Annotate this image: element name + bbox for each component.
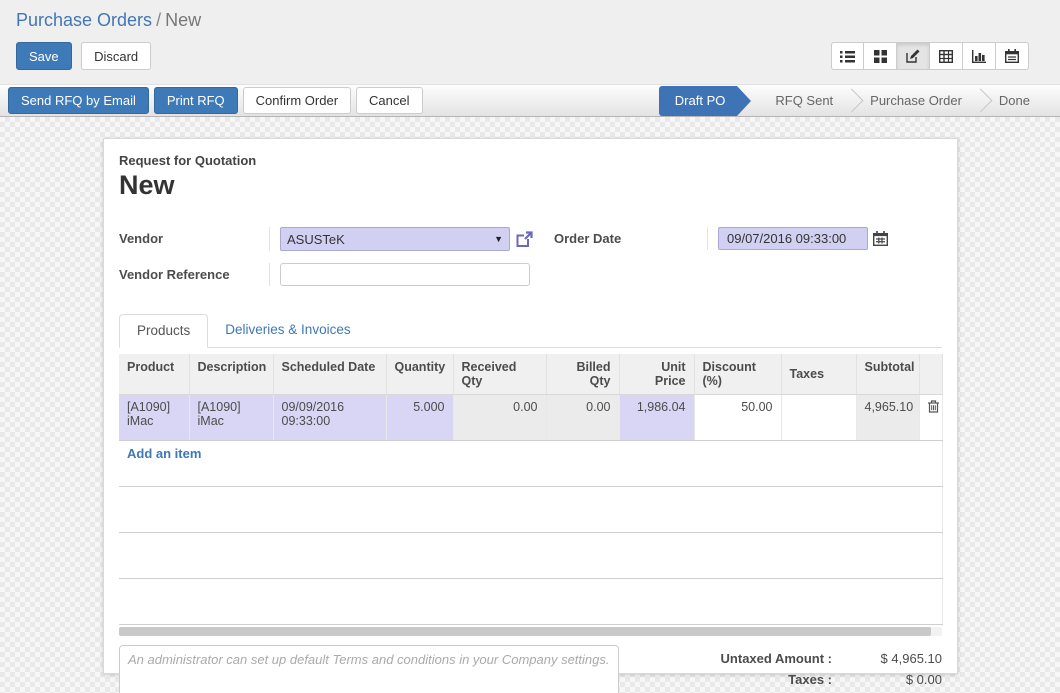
external-link-icon[interactable] [516,231,533,248]
content-area: Request for Quotation New Vendor ASUSTeK… [0,117,1060,693]
add-an-item-link[interactable]: Add an item [127,446,201,461]
col-header-subtotal[interactable]: Subtotal [856,354,919,395]
kanban-view-icon[interactable] [864,42,897,70]
col-header-received-qty[interactable]: Received Qty [453,354,546,395]
send-rfq-button[interactable]: Send RFQ by Email [8,87,149,114]
empty-row [119,579,942,625]
breadcrumb-current: New [165,10,201,30]
save-button[interactable]: Save [16,42,72,70]
status-step-rfq-sent[interactable]: RFQ Sent [759,85,849,117]
view-switcher [831,42,1029,70]
sheet-subtitle: Request for Quotation [119,153,942,168]
breadcrumb-purchase-orders[interactable]: Purchase Orders [16,10,152,30]
taxes-value: $ 0.00 [832,672,942,687]
list-view-icon[interactable] [831,42,864,70]
empty-row [119,533,942,579]
vendor-select[interactable]: ASUSTeK ▼ [280,227,510,251]
status-step-draft-po[interactable]: Draft PO [659,86,738,116]
print-rfq-button[interactable]: Print RFQ [154,87,238,114]
untaxed-amount-value: $ 4,965.10 [832,651,942,666]
untaxed-amount-label: Untaxed Amount : [721,651,832,666]
totals-block: Untaxed Amount : $ 4,965.10 Taxes : $ 0.… [619,645,942,693]
tab-products[interactable]: Products [119,314,208,348]
cell-description[interactable]: [A1090] iMac [189,395,273,441]
order-lines-table: Product Description Scheduled Date Quant… [119,354,943,625]
vendor-reference-input[interactable] [280,263,530,286]
vendor-value: ASUSTeK [287,232,345,247]
cell-subtotal: 4,965.10 [856,395,919,441]
vendor-label: Vendor [119,227,269,251]
cell-scheduled-date[interactable]: 09/09/2016 09:33:00 [273,395,386,441]
table-header-row: Product Description Scheduled Date Quant… [119,354,942,395]
col-header-quantity[interactable]: Quantity [386,354,453,395]
empty-row [119,487,942,533]
col-header-description[interactable]: Description [189,354,273,395]
breadcrumb: Purchase Orders/New [0,0,1060,31]
col-header-product[interactable]: Product [119,354,189,395]
delete-row-button[interactable] [919,395,942,441]
tab-deliveries-invoices[interactable]: Deliveries & Invoices [208,314,367,347]
scrollbar-thumb[interactable] [119,627,931,636]
breadcrumb-separator: / [152,10,165,30]
cell-received-qty: 0.00 [453,395,546,441]
top-bar: Purchase Orders/New Save Discard [0,0,1060,85]
terms-textarea[interactable] [119,645,619,693]
horizontal-scrollbar[interactable] [119,627,942,636]
table-row[interactable]: [A1090] iMac [A1090] iMac 09/09/2016 09:… [119,395,942,441]
calendar-icon[interactable] [873,231,888,246]
order-date-input[interactable] [718,227,868,250]
notebook-tabs: Products Deliveries & Invoices [119,314,942,348]
order-date-label: Order Date [554,227,707,250]
status-bar: Draft PO RFQ Sent Purchase Order Done [659,85,1060,117]
cancel-button[interactable]: Cancel [356,87,422,114]
cell-quantity[interactable]: 5.000 [386,395,453,441]
cell-taxes[interactable] [781,395,856,441]
col-header-delete [919,354,942,395]
page-title: New [119,170,942,201]
vendor-reference-label: Vendor Reference [119,263,269,286]
col-header-taxes[interactable]: Taxes [781,354,856,395]
discard-button[interactable]: Discard [81,42,151,70]
chevron-down-icon: ▼ [494,234,503,244]
col-header-billed-qty[interactable]: Billed Qty [546,354,619,395]
col-header-unit-price[interactable]: Unit Price [619,354,694,395]
taxes-label: Taxes : [788,672,832,687]
pivot-view-icon[interactable] [930,42,963,70]
cell-discount[interactable]: 50.00 [694,395,781,441]
calendar-view-icon[interactable] [996,42,1029,70]
trash-icon [928,400,939,413]
status-step-purchase-order[interactable]: Purchase Order [854,85,978,117]
col-header-discount[interactable]: Discount (%) [694,354,781,395]
confirm-order-button[interactable]: Confirm Order [243,87,351,114]
graph-view-icon[interactable] [963,42,996,70]
form-view-icon[interactable] [897,42,930,70]
col-header-scheduled-date[interactable]: Scheduled Date [273,354,386,395]
cell-unit-price[interactable]: 1,986.04 [619,395,694,441]
form-sheet: Request for Quotation New Vendor ASUSTeK… [103,138,958,674]
cell-billed-qty: 0.00 [546,395,619,441]
action-bar: Send RFQ by Email Print RFQ Confirm Orde… [0,85,1060,117]
cell-product[interactable]: [A1090] iMac [119,395,189,441]
add-item-row: Add an item [119,441,942,487]
